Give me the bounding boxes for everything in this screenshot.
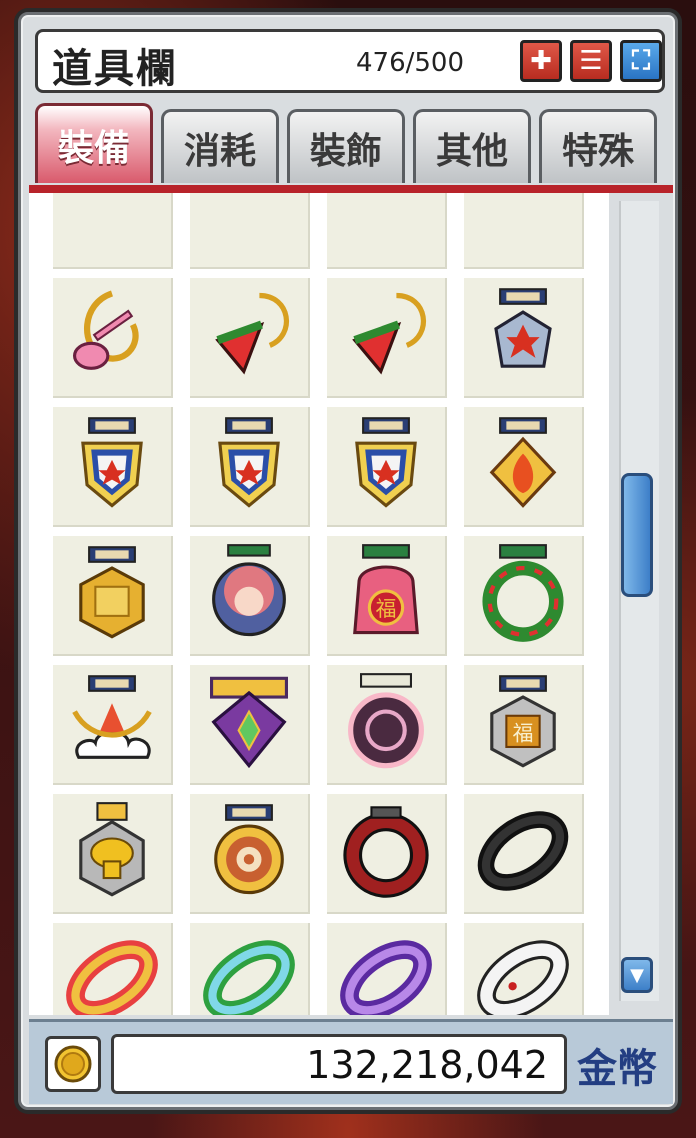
fortune-pouch-icon: 福: [334, 541, 438, 649]
tab-special[interactable]: 特殊: [539, 109, 657, 183]
cloud-icon: [60, 670, 164, 778]
silver-ring-icon: [471, 193, 575, 262]
fortune-medal-icon: 福: [471, 670, 575, 778]
menu-button[interactable]: ☰: [570, 40, 612, 82]
wreath-icon: [471, 541, 575, 649]
orb-icon: [334, 670, 438, 778]
inventory-slot-fortune-medal[interactable]: 福: [464, 665, 584, 785]
ring-red-icon: [334, 799, 438, 907]
item-grid: 福福: [53, 193, 584, 1015]
flame-icon: [471, 412, 575, 520]
inventory-slot-maple-medal-wings[interactable]: [190, 407, 310, 527]
doll-icon: [197, 541, 301, 649]
inventory-slot-mushroom-medal[interactable]: [53, 794, 173, 914]
inventory-slot-flame-medal[interactable]: [464, 407, 584, 527]
inventory-window: 道具欄 476/500 ✚ ☰ ⛶ 裝備 消耗 裝飾 其他 特殊 福福 ▼ 13…: [18, 12, 678, 1110]
inventory-slot-purple-ring[interactable]: [327, 923, 447, 1015]
inventory-slot-white-ring[interactable]: [464, 923, 584, 1015]
ring-rainbow-icon: [60, 928, 164, 1015]
inventory-slot-rainbow-ring[interactable]: [53, 923, 173, 1015]
inventory-slot-maple-medal-blue[interactable]: [53, 407, 173, 527]
emblem-icon: [197, 670, 301, 778]
fullscreen-button[interactable]: ⛶: [620, 40, 662, 82]
medal-maple-icon: [197, 412, 301, 520]
money-field: 132,218,042: [111, 1034, 567, 1094]
gold-coin-icon: [54, 1045, 92, 1083]
medal-maple-icon: [60, 412, 164, 520]
svg-text:福: 福: [513, 722, 534, 746]
inventory-slot-cloud-medal[interactable]: [53, 665, 173, 785]
inventory-slot-gold-medal[interactable]: [53, 536, 173, 656]
expand-button[interactable]: ✚: [520, 40, 562, 82]
scrollbar-thumb[interactable]: [621, 473, 653, 597]
fullscreen-icon: ⛶: [631, 45, 651, 76]
title-bar[interactable]: 道具欄 476/500 ✚ ☰ ⛶: [35, 29, 665, 93]
money-amount: 132,218,042: [306, 1043, 548, 1087]
inventory-slot-watermelon-earring-2[interactable]: [327, 278, 447, 398]
ring-white-icon: [471, 928, 575, 1015]
inventory-slot-target-medal[interactable]: [190, 794, 310, 914]
item-grid-panel: 福福: [29, 193, 609, 1015]
ring-black-icon: [471, 799, 575, 907]
tab-underline: [29, 185, 673, 193]
gold-medal-icon: [60, 541, 164, 649]
category-tabs: 裝備 消耗 裝飾 其他 特殊: [35, 103, 667, 185]
inventory-slot-partial-item-2[interactable]: [190, 193, 310, 269]
target-icon: [197, 799, 301, 907]
watermelon-icon: [197, 283, 301, 391]
mushroom-icon: [60, 799, 164, 907]
armor-icon: [60, 193, 164, 262]
inventory-slot-fortune-pouch[interactable]: 福: [327, 536, 447, 656]
inventory-slot-purple-orb-medal[interactable]: [327, 665, 447, 785]
tab-etc[interactable]: 其他: [413, 109, 531, 183]
menu-icon: ☰: [579, 46, 603, 76]
slot-count: 476/500: [356, 48, 465, 78]
inventory-slot-wreath-medal[interactable]: [464, 536, 584, 656]
inventory-slot-watermelon-earring-1[interactable]: [190, 278, 310, 398]
coin-slot: [45, 1036, 101, 1092]
scrollbar-track[interactable]: [619, 201, 659, 1001]
watermelon-icon: [334, 283, 438, 391]
chevron-down-icon: ▼: [630, 964, 644, 986]
svg-text:福: 福: [376, 597, 397, 621]
plus-icon: ✚: [530, 46, 552, 76]
currency-bar: 132,218,042 金幣: [29, 1019, 673, 1104]
ring-green-icon: [197, 928, 301, 1015]
inventory-slot-partial-item-3[interactable]: [327, 193, 447, 269]
armor-red-icon: [197, 193, 301, 262]
tab-consume[interactable]: 消耗: [161, 109, 279, 183]
tab-decor[interactable]: 裝飾: [287, 109, 405, 183]
inventory-slot-partial-item-1[interactable]: [53, 193, 173, 269]
inventory-slot-doll-medal[interactable]: [190, 536, 310, 656]
inventory-slot-guitar-pendant[interactable]: [53, 278, 173, 398]
inventory-slot-maple-medal-silver[interactable]: [464, 278, 584, 398]
inventory-slot-red-ring[interactable]: [327, 794, 447, 914]
inventory-slot-partial-item-4[interactable]: [464, 193, 584, 269]
inventory-slot-black-ring[interactable]: [464, 794, 584, 914]
window-title: 道具欄: [52, 45, 178, 92]
scroll-down-button[interactable]: ▼: [621, 957, 653, 993]
silver-ring-icon: [334, 193, 438, 262]
inventory-slot-emblem-medal[interactable]: [190, 665, 310, 785]
guitar-icon: [60, 283, 164, 391]
money-label: 金幣: [577, 1045, 657, 1092]
medal-maple-silver-icon: [471, 283, 575, 391]
ring-purple-icon: [334, 928, 438, 1015]
tab-equip[interactable]: 裝備: [35, 103, 153, 183]
inventory-slot-green-ring[interactable]: [190, 923, 310, 1015]
medal-maple-icon: [334, 412, 438, 520]
inventory-slot-maple-medal-laurel[interactable]: [327, 407, 447, 527]
